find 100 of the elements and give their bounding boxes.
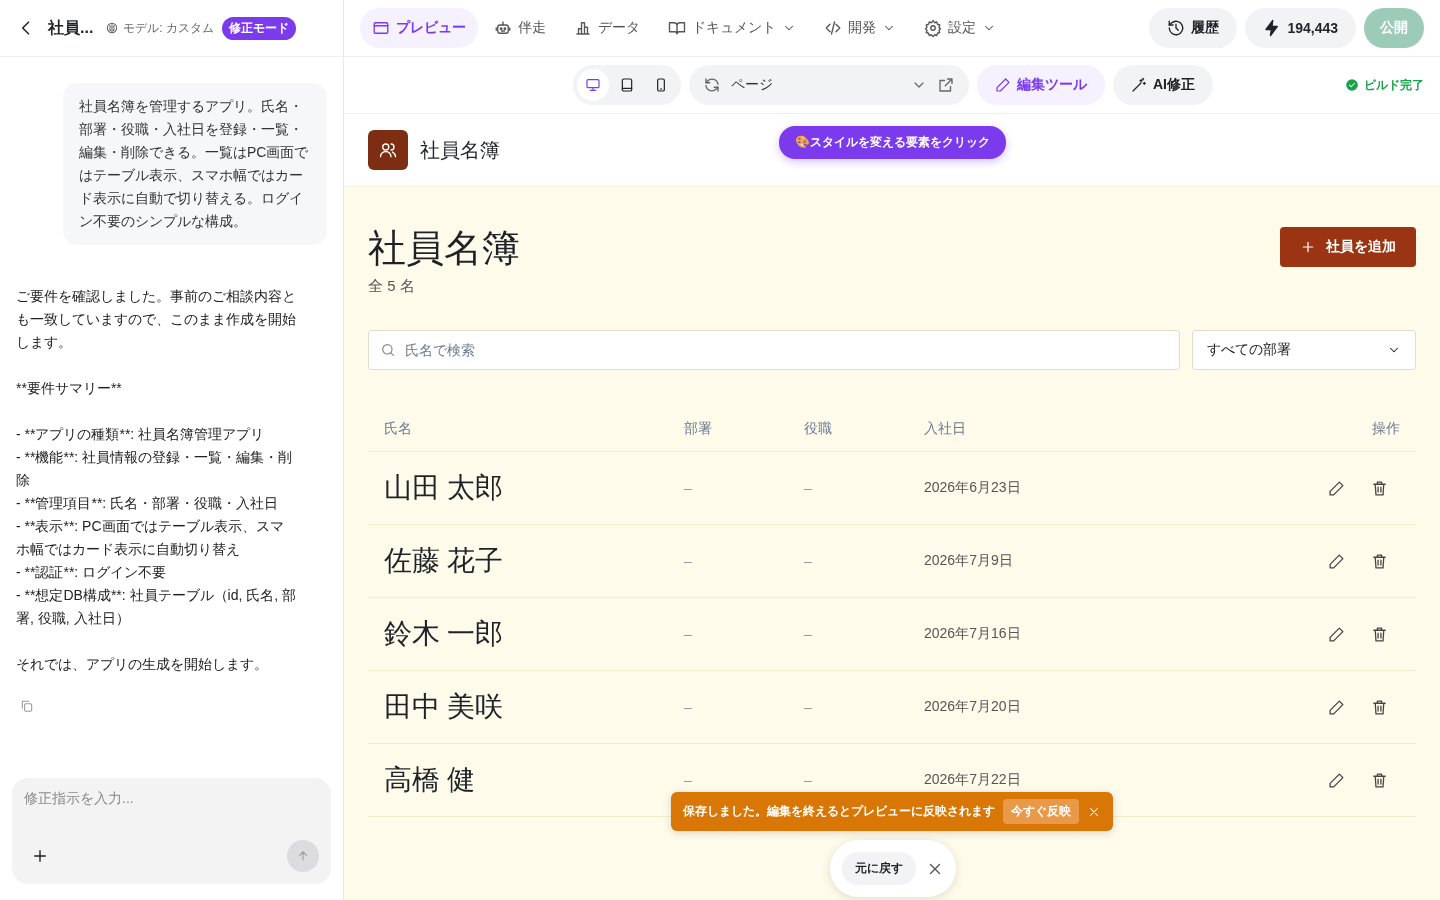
trash-icon (1371, 771, 1388, 789)
history-icon (1167, 19, 1186, 37)
message-input[interactable]: 修正指示を入力... (12, 778, 331, 884)
edit-button[interactable] (1328, 698, 1345, 716)
undo-button[interactable]: 元に戻す (842, 852, 916, 885)
column-header: 氏名 (384, 419, 413, 438)
table-cell-text: – (684, 480, 693, 496)
robot-icon (494, 19, 512, 37)
employee-name: 山田 太郎 (384, 471, 504, 505)
nav-tab[interactable]: 伴走 (482, 8, 558, 48)
trash-icon (1371, 479, 1388, 497)
window-icon (372, 19, 390, 37)
toast-message: 保存しました。編集を終えるとプレビューに反映されます (683, 803, 995, 820)
edit-button[interactable] (1328, 552, 1345, 570)
edit-button[interactable] (1328, 771, 1345, 789)
refresh-icon (703, 76, 721, 94)
bar-chart-icon (574, 19, 592, 37)
employee-name: 田中 美咲 (384, 690, 504, 724)
nav-tab[interactable]: 設定 (912, 8, 1008, 48)
plus-icon (31, 847, 49, 865)
table-cell-text: 2026年7月16日 (924, 625, 1022, 643)
credits-button[interactable]: 194,443 (1245, 8, 1356, 48)
external-link-icon (937, 76, 955, 94)
edit-button[interactable] (1328, 625, 1345, 643)
column-header: 入社日 (924, 419, 967, 438)
edit-button[interactable] (1328, 479, 1345, 497)
employee-name: 佐藤 花子 (384, 544, 504, 578)
table-cell-text: – (684, 699, 693, 715)
column-header: 部署 (684, 419, 713, 438)
page-heading: 社員名簿 (368, 227, 520, 269)
table-cell-text: 2026年7月22日 (924, 771, 1022, 789)
brain-icon (105, 21, 120, 35)
nav-tab[interactable]: ドキュメント (656, 8, 808, 48)
message-list-item: - **機能**: 社員情報の登録・一覧・編集・削除 (16, 448, 294, 490)
nav-tab[interactable]: データ (562, 8, 652, 48)
table-cell-text: 2026年7月20日 (924, 698, 1022, 716)
nav-tab[interactable]: プレビュー (360, 8, 478, 48)
table-cell-text: 2026年6月23日 (924, 479, 1022, 497)
employee-count: 全 5 名 (368, 277, 416, 296)
trash-icon (1371, 552, 1388, 570)
copy-icon (20, 699, 34, 713)
message-list-item: - **アプリの種類**: 社員名簿管理アプリ (16, 425, 266, 444)
nav-tab[interactable]: 開発 (812, 8, 908, 48)
table-cell-text: – (804, 772, 813, 788)
message-paragraph: **要件サマリー** (16, 379, 123, 398)
trash-icon (1371, 625, 1388, 643)
delete-button[interactable] (1371, 771, 1388, 789)
magic-wand-icon (1131, 77, 1147, 93)
column-header: 役職 (804, 419, 833, 438)
table-cell-text: – (684, 626, 693, 642)
code-icon (824, 19, 842, 37)
table-cell-text: – (804, 480, 813, 496)
message-list-item: - **認証**: ログイン不要 (16, 563, 168, 582)
pencil-icon (1328, 698, 1345, 716)
employee-name: 鈴木 一郎 (384, 617, 504, 651)
pencil-icon (995, 77, 1011, 93)
search-field[interactable]: 氏名で検索 (368, 330, 1180, 370)
edit-hint: 🎨スタイルを変える要素をクリック (779, 126, 1006, 159)
table-cell-text: – (684, 553, 693, 569)
message-paragraph: それでは、アプリの生成を開始します。 (16, 655, 269, 674)
user-message: 社員名簿を管理するアプリ。氏名・部署・役職・入社日を登録・一覧・編集・削除できる。一覧はPC画面ではテーブル表示、スマホ幅ではカード表示に自動で切り替える。ログイン不要のシンプルな構成。 (63, 83, 327, 245)
message-list-item: - **管理項目**: 氏名・部署・役職・入社日 (16, 494, 280, 513)
table-cell-text: – (804, 626, 813, 642)
tablet-icon (619, 77, 635, 93)
app-name: 社員名簿 (420, 137, 500, 163)
arrow-up-icon (296, 849, 310, 863)
pencil-icon (1328, 771, 1345, 789)
device-button[interactable] (577, 69, 609, 101)
build-status: ビルド完了 (1345, 76, 1424, 94)
table-cell-text: – (804, 699, 813, 715)
trash-icon (1371, 698, 1388, 716)
edit-tool-button[interactable]: 編集ツール (977, 65, 1105, 105)
book-icon (668, 19, 686, 37)
pencil-icon (1328, 479, 1345, 497)
delete-button[interactable] (1371, 552, 1388, 570)
history-button[interactable]: 履歴 (1149, 8, 1238, 48)
users-icon (379, 141, 397, 159)
table-cell-text: – (684, 772, 693, 788)
settings-icon (924, 19, 942, 37)
add-employee-button[interactable]: 社員を追加 (1280, 227, 1416, 267)
table-cell-text: 2026年7月9日 (924, 552, 1014, 570)
page-select[interactable]: ページ (689, 65, 969, 105)
message-list-item: - **想定DB構成**: 社員テーブル（id, 氏名, 部署, 役職, 入社日） (16, 586, 297, 628)
table-cell-text: – (804, 553, 813, 569)
employee-name: 高橋 健 (384, 763, 476, 797)
mode-badge: 修正モード (222, 16, 296, 40)
delete-button[interactable] (1371, 698, 1388, 716)
message-list-item: - **表示**: PC画面ではテーブル表示、スマホ幅ではカード表示に自動切り替え (16, 517, 285, 559)
department-dropdown[interactable]: すべての部署 (1192, 330, 1416, 370)
project-title: 社員... (48, 17, 94, 38)
pencil-icon (1328, 552, 1345, 570)
model-selector[interactable]: モデル: カスタム (105, 19, 214, 37)
monitor-icon (585, 77, 601, 93)
delete-button[interactable] (1371, 479, 1388, 497)
check-circle-icon (1345, 78, 1359, 92)
ai-fix-button[interactable]: AI修正 (1113, 65, 1213, 105)
message-paragraph: ご要件を確認しました。事前のご相談内容とも一致していますので、このまま作成を開始します。 (16, 287, 297, 352)
delete-button[interactable] (1371, 625, 1388, 643)
column-header: 操作 (1371, 419, 1400, 438)
pencil-icon (1328, 625, 1345, 643)
